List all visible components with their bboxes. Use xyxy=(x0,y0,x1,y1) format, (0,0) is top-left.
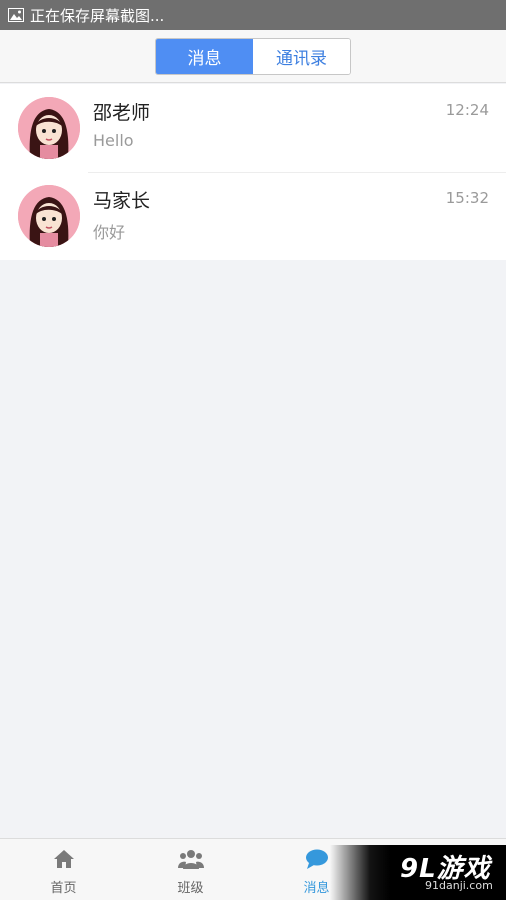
nav-home[interactable]: 首页 xyxy=(0,839,127,900)
conversation-item[interactable]: 马家长 15:32 你好 xyxy=(0,172,506,260)
status-bar: 正在保存屏幕截图... xyxy=(0,0,506,30)
watermark-url: 91danji.com xyxy=(425,879,493,892)
segmented-control: 消息 通讯录 xyxy=(155,37,351,75)
contact-name: 邵老师 xyxy=(93,102,151,124)
conversation-list: 邵老师 12:24 Hello 马家长 15:32 你好 xyxy=(0,84,506,260)
message-preview: Hello xyxy=(93,131,134,150)
contact-name: 马家长 xyxy=(93,190,151,212)
status-text: 正在保存屏幕截图... xyxy=(30,6,165,25)
conversation-item[interactable]: 邵老师 12:24 Hello xyxy=(0,84,506,172)
avatar xyxy=(18,97,80,159)
avatar xyxy=(18,185,80,247)
nav-home-label: 首页 xyxy=(50,881,77,896)
tab-messages[interactable]: 消息 xyxy=(156,38,253,74)
nav-class[interactable]: 班级 xyxy=(127,839,254,900)
chat-bubble-icon xyxy=(305,849,329,873)
home-icon xyxy=(53,849,75,873)
tab-contacts[interactable]: 通讯录 xyxy=(253,38,350,74)
image-icon xyxy=(8,8,24,22)
nav-messages-label: 消息 xyxy=(303,881,330,896)
message-time: 15:32 xyxy=(445,189,489,207)
message-time: 12:24 xyxy=(445,101,489,119)
group-icon xyxy=(177,849,204,873)
nav-class-label: 班级 xyxy=(177,881,204,896)
top-bar: 消息 通讯录 xyxy=(0,30,506,83)
message-preview: 你好 xyxy=(93,223,126,242)
